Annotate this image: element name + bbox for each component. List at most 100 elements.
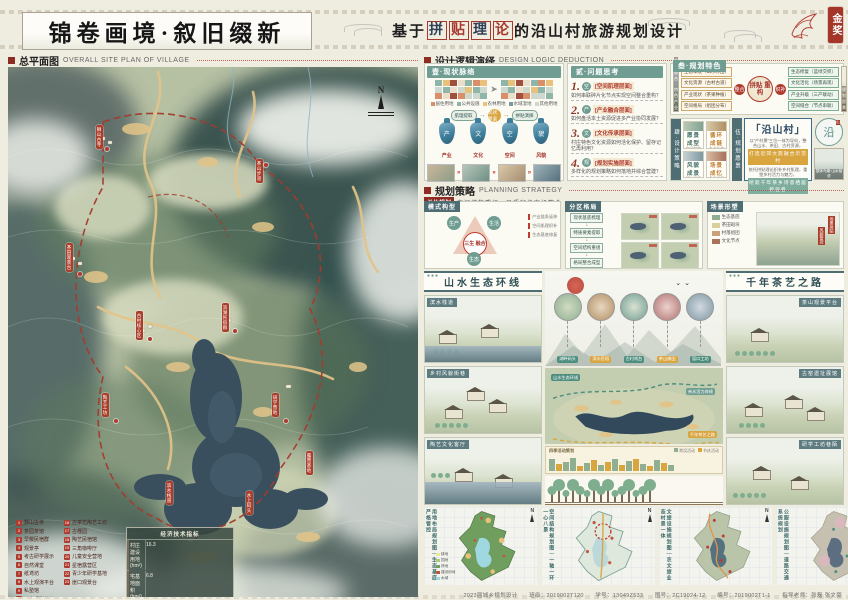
analysis-map-landuse: 用地布局规划图｜生态基底严格管控 N 耕地 园地 林地 建设用地 水域 xyxy=(424,507,537,585)
map-legend: 1狮山古寺 2茶园茶馆 3早樱民宿群 4观景亭 5考古研学展示 6自然课堂 7纸… xyxy=(16,519,107,597)
table-row: 宅基地面积 (hm²)6.8 xyxy=(127,571,129,597)
strategy-card: 循环成链产业业态植入 农文旅融合发展 xyxy=(706,121,727,149)
legend-item: 17古槿园 xyxy=(64,528,107,535)
legend-item: 2茶园茶馆 xyxy=(16,528,54,535)
scene-card: 乡村风貌街巷 xyxy=(424,366,542,434)
flow-node: 肌理提取 xyxy=(451,110,477,121)
feature-image-right: 规划愿景 xyxy=(841,66,847,112)
feature-box: 空间缝合（节点串联） xyxy=(788,101,839,111)
panel-tag: 场景形塑 xyxy=(707,201,743,212)
vase-item: 貌风貌 xyxy=(532,122,550,162)
question-item: 3.文[文化传承层面] 村庄特色文化资源如何活化保护、留存记忆再利用？ xyxy=(571,127,663,155)
flow-node: 拼贴演绎 xyxy=(512,110,538,121)
strategy-card: 风貌成景建筑肌理织补 传统风貌延续 xyxy=(683,151,704,179)
strategy-title-cn: 规划策略 xyxy=(435,183,475,198)
legend-item: 23崖口观景台 xyxy=(64,579,107,586)
feature-box: 文化活化（场景再现） xyxy=(788,78,839,88)
legend-item: 10天文观测基地 xyxy=(16,596,54,598)
model-notes: 产业链条延伸 空间肌理织补 生态基底修复 xyxy=(528,214,557,238)
sun-icon xyxy=(567,277,584,294)
north-label: N xyxy=(368,85,394,95)
panel-tag: 叁·规划特色 xyxy=(673,60,726,72)
panel-scene-shaping: 场景形塑 生态基底 茶田斑块 村落组团 文化节点 场景拼贴 风貌管控 xyxy=(707,201,844,269)
red-phoenix-motif-icon xyxy=(786,8,822,42)
map-label-tag: 古村核心区 xyxy=(136,311,143,340)
poi-marker-icon xyxy=(148,337,152,341)
award-seal: 金奖 xyxy=(828,7,843,43)
feature-box: 空间格局（组团分布） xyxy=(681,101,732,111)
aerial-tag: 山水生态环线 xyxy=(551,374,580,381)
legend-item: 公共设施 xyxy=(457,101,480,107)
boxed-char: 理 xyxy=(471,21,491,40)
panel-vision: 伍·规划愿景 「沿山村」 以“产村景”三位一体为导向，整合山水、茶田、古村资源，… xyxy=(732,118,844,181)
mosaic-after xyxy=(501,80,553,99)
flow-hub: 现状要素 xyxy=(488,109,501,122)
texture-mosaic-diagram: ➤ xyxy=(427,80,561,99)
vision-box: 「沿山村」 以“产村景”三位一体为导向，整合山水、茶田、古村资源， 打造近郊文旅… xyxy=(744,118,812,181)
ring-node: 生态 xyxy=(467,252,481,266)
route-stop: 茶山梯田 xyxy=(653,293,681,365)
strategy-card: 愿景成型空间结构重组 布局脉络梳理 xyxy=(683,121,704,149)
vase-item: 文文化 xyxy=(469,122,487,162)
minimap xyxy=(661,213,699,240)
map-label-tag: 滨湖民宿群 xyxy=(222,303,229,332)
scale-bar xyxy=(368,112,394,116)
question-item: 4.规[规划实施层面] 多样化的规划策略如何落地并综合营建？ xyxy=(571,157,663,179)
map-label-tag: 狮山古寺 xyxy=(96,125,103,149)
table-row: 村庄建设用地 (hm²)16.3 xyxy=(127,540,129,571)
panel-tag: 贰·问题思考 xyxy=(571,66,663,78)
legend-item: 1狮山古寺 xyxy=(16,519,54,526)
panel-planning-features: 叁·规划特色 文旅融合·特色产业 生态本底（山水林田） 文化资源（古村古道） 产… xyxy=(670,63,844,115)
legend-item: 18陶艺民宿馆 xyxy=(64,536,107,543)
scene-card: 陶艺文化客厅 xyxy=(424,437,542,505)
question-item: 1.空[空间肌理层面] 如何串联碎片化节点实现空间整合重构？ xyxy=(571,80,663,102)
feature-box: 产业升级（三产联动） xyxy=(788,90,839,100)
legend-item: 4观景亭 xyxy=(16,545,54,552)
minimap xyxy=(661,242,699,269)
dotted-leader xyxy=(611,59,844,61)
vertical-tab: 肆·设计策略 xyxy=(671,119,681,180)
ring-node: 生产 xyxy=(447,216,461,230)
season-activity-chart: 四季活动策划 常设活动 节庆活动 xyxy=(545,446,723,473)
map-label-tag: 茶田观景台 xyxy=(66,243,73,272)
route-stop: 湖畔码头 xyxy=(554,293,582,365)
panel-pattern-model: 模式构型 三生 融合 生产 生活 生态 产业链条延伸 空间肌理织补 生态基底修复 xyxy=(424,201,561,269)
north-compass-icon: N xyxy=(765,509,769,522)
map-title-vertical: 公服设施规划图｜道路交通系统规划 xyxy=(776,507,789,585)
legend-item: 19三角咖啡厅 xyxy=(64,545,107,552)
route-stop: 古村戏台 xyxy=(620,293,648,365)
north-compass-icon: N xyxy=(530,509,534,522)
scene-card: 研学工坊巷陌 xyxy=(726,437,844,505)
feature-output-list: 生态修复（蓝绿交织） 文化活化（场景再现） 产业升级（三产联动） 空间缝合（节点… xyxy=(788,67,839,112)
footer-credits: 2023届城乡规划设计 班级：2019002T120 学号：13049Z533 … xyxy=(463,591,842,599)
site-plan-terrain xyxy=(8,67,418,597)
gantt-title: 四季活动策划 xyxy=(549,448,574,454)
subtitle-prefix: 基于 xyxy=(392,20,426,41)
site-plan-map: 狮山古寺 茶山步道 茶田观景台 古村核心区 滨湖民宿群 陶艺工坊 研学营地 滨水… xyxy=(8,67,418,597)
dotted-leader xyxy=(569,189,844,191)
poi-marker-icon xyxy=(105,147,109,151)
map-label-tag: 陶艺工坊 xyxy=(102,393,109,417)
boxed-char: 贴 xyxy=(449,21,469,40)
vision-text: 依托拼贴理论织补乡村肌理，重塑乡村活力与魅力， xyxy=(748,167,808,177)
strategy-card: 场景成忆多元场景营造 乡愁记忆存续 xyxy=(706,151,727,179)
panel-tag: 壹·现状脉络 xyxy=(427,66,561,78)
feature-box: 生态修复（蓝绿交织） xyxy=(788,67,839,77)
gantt-legend: 常设活动 节庆活动 xyxy=(674,448,719,454)
boxed-char: 论 xyxy=(493,21,513,40)
poi-marker-icon xyxy=(114,419,118,423)
flow-node-a: 整合 xyxy=(734,84,745,95)
cloud-motif-icon xyxy=(648,18,694,32)
north-compass-icon: N xyxy=(648,509,652,522)
core-concept-hub: 拼贴 重构 xyxy=(747,76,773,102)
feature-box: 文化资源（古村古道） xyxy=(681,78,732,88)
feature-input-list: 生态本底（山水林田） 文化资源（古村古道） 产业现状（茶果种植） 空间格局（组团… xyxy=(681,67,732,112)
village-logo-icon: 沿山 xyxy=(815,118,843,146)
legend-item: 9私塾馆 xyxy=(16,587,54,594)
cloud-motif-icon xyxy=(724,30,770,44)
site-photo xyxy=(427,164,455,182)
route-stop: 滨水民宿 xyxy=(587,293,615,365)
poi-marker-icon xyxy=(284,419,288,423)
zoning-steps: 现状基底梳理↓ 特质要素提取↓ 空间结构重组↓ 格局整合成型 xyxy=(570,213,603,268)
analysis-maps-row: 用地布局规划图｜生态基底严格管控 N 耕地 园地 林地 建设用地 水域 空间结构 xyxy=(424,507,844,585)
